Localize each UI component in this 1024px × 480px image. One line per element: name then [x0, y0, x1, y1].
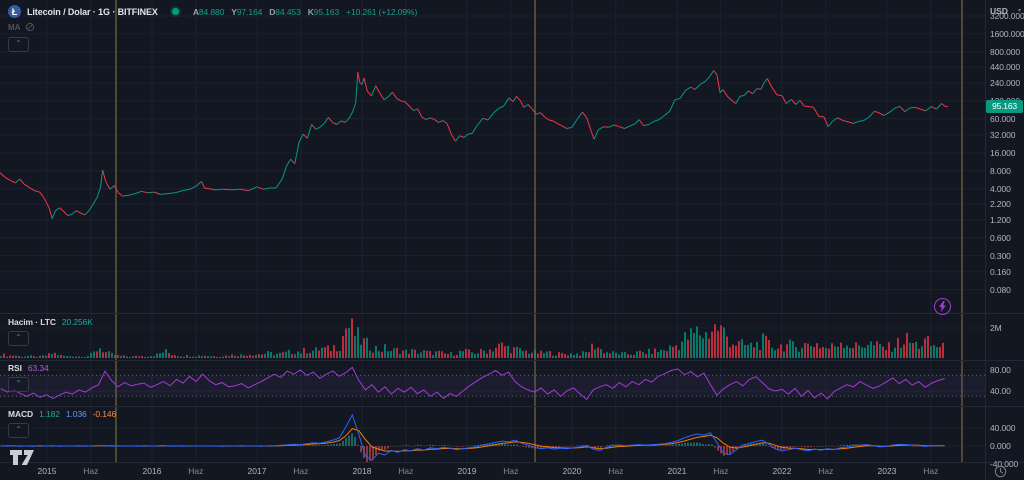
open-value: 84.880 — [198, 6, 225, 17]
litecoin-logo: Ł — [8, 5, 21, 18]
volume-pane-title: Hacim · LTC — [8, 317, 56, 327]
timezone-clock-icon[interactable] — [994, 465, 1007, 478]
ohlc-values: A84.880 Y97.164 D84.453 K95.163 +10.261 … — [193, 6, 418, 17]
macd-signal-value: -0.146 — [92, 409, 117, 419]
symbol-title[interactable]: Litecoin / Dolar · 1G · BITFINEX — [27, 7, 158, 17]
price-tick-label: 4.000 — [990, 183, 1011, 194]
macd-hist-value: 1.182 — [39, 409, 60, 419]
time-axis-label: Haz — [818, 466, 834, 476]
time-axis-label: Haz — [608, 466, 624, 476]
volume-legend: Hacim · LTC 20.256K — [8, 317, 93, 327]
pane-separator[interactable] — [0, 313, 1024, 314]
lightning-icon — [939, 301, 946, 312]
time-axis-label: Haz — [188, 466, 204, 476]
currency-unit-button[interactable]: USD — [990, 6, 1008, 16]
price-tick-label: 16.000 — [990, 147, 1016, 158]
low-value: 84.453 — [275, 6, 301, 17]
time-axis-label: 2017 — [247, 466, 267, 476]
time-axis-label: Haz — [923, 466, 939, 476]
time-axis[interactable]: 2015 Haz 2016 Haz 2017 Haz 2018 Haz 2019 Haz 2020 H… — [0, 462, 985, 480]
time-axis-label: 2018 — [352, 466, 372, 476]
time-axis-label: 2016 — [142, 466, 162, 476]
price-tick-label: 240.000 — [990, 77, 1021, 88]
chart-canvas[interactable] — [0, 0, 985, 462]
price-tick-label: 32.000 — [990, 129, 1016, 140]
price-tick-label: 800.000 — [990, 46, 1021, 57]
volume-bars — [0, 318, 944, 358]
macd-line-value: 1.036 — [65, 409, 87, 419]
rsi-legend: RSI 63.34 — [8, 363, 49, 373]
time-axis-label: Haz — [83, 466, 99, 476]
time-axis-label: Haz — [293, 466, 309, 476]
change-value: +10.261 (+12.09%) — [346, 6, 418, 17]
volume-tick-label: 2M — [990, 323, 1002, 333]
volume-value: 20.256K — [61, 317, 93, 327]
collapse-volume-pane-button[interactable]: ⌃ — [8, 331, 29, 346]
price-tick-label: 2.200 — [990, 199, 1011, 210]
collapse-rsi-pane-button[interactable]: ⌃ — [8, 377, 29, 392]
macd-plot — [0, 413, 945, 462]
rsi-tick-label: 40.00 — [990, 386, 1011, 396]
price-axis[interactable]: USD ▾ 95.163 3200.000 1600.000 800.000 440.… — [985, 0, 1024, 469]
time-axis-label: 2022 — [772, 466, 792, 476]
rsi-tick-label: 80.00 — [990, 365, 1011, 375]
price-tick-label: 0.160 — [990, 266, 1011, 277]
price-tick-label: 1600.000 — [990, 28, 1024, 39]
price-tick-label: 0.080 — [990, 284, 1011, 295]
price-tick-label: 0.600 — [990, 232, 1011, 243]
time-axis-label: 2021 — [667, 466, 687, 476]
high-value: 97.164 — [236, 6, 263, 17]
boost-button[interactable] — [934, 298, 951, 315]
collapse-price-pane-button[interactable]: ⌃ — [8, 37, 29, 52]
macd-line — [0, 413, 945, 462]
price-series-line — [0, 70, 948, 219]
time-axis-label: 2015 — [37, 466, 57, 476]
market-status-icon[interactable] — [171, 8, 179, 15]
macd-pane-title: MACD — [8, 409, 34, 419]
macd-legend: MACD 1.182 1.036 -0.146 — [8, 409, 116, 419]
tradingview-chart-window: Ł Litecoin / Dolar · 1G · BITFINEX A84.8… — [0, 0, 1024, 480]
last-price-badge: 95.163 — [986, 100, 1023, 114]
price-tick-label: 0.300 — [990, 250, 1011, 261]
rsi-plot — [0, 366, 985, 401]
rsi-pane-title: RSI — [8, 363, 22, 373]
pane-separator[interactable] — [0, 406, 1024, 407]
time-axis-label: 2023 — [877, 466, 897, 476]
macd-tick-label: 40.000 — [990, 423, 1016, 433]
hidden-indicator-icon[interactable] — [25, 22, 35, 32]
rsi-value: 63.34 — [27, 363, 49, 373]
price-tick-label: 60.000 — [990, 113, 1016, 124]
ma-indicator-label: MA — [8, 22, 21, 32]
symbol-legend: Ł Litecoin / Dolar · 1G · BITFINEX A84.8… — [8, 5, 417, 18]
time-axis-label: Haz — [713, 466, 729, 476]
time-axis-label: Haz — [503, 466, 519, 476]
macd-signal-line — [0, 428, 945, 452]
tradingview-logo[interactable] — [9, 449, 43, 466]
price-tick-label: 8.000 — [990, 165, 1011, 176]
collapse-macd-pane-button[interactable]: ⌃ — [8, 423, 29, 438]
time-axis-label: 2020 — [562, 466, 582, 476]
pane-separator[interactable] — [0, 360, 1024, 361]
price-tick-label: 1.200 — [990, 214, 1011, 225]
price-tick-label: 440.000 — [990, 62, 1021, 73]
time-axis-label: Haz — [398, 466, 414, 476]
close-value: 95.163 — [313, 6, 340, 17]
time-axis-label: 2019 — [457, 466, 477, 476]
macd-tick-label: 0.000 — [990, 441, 1011, 451]
